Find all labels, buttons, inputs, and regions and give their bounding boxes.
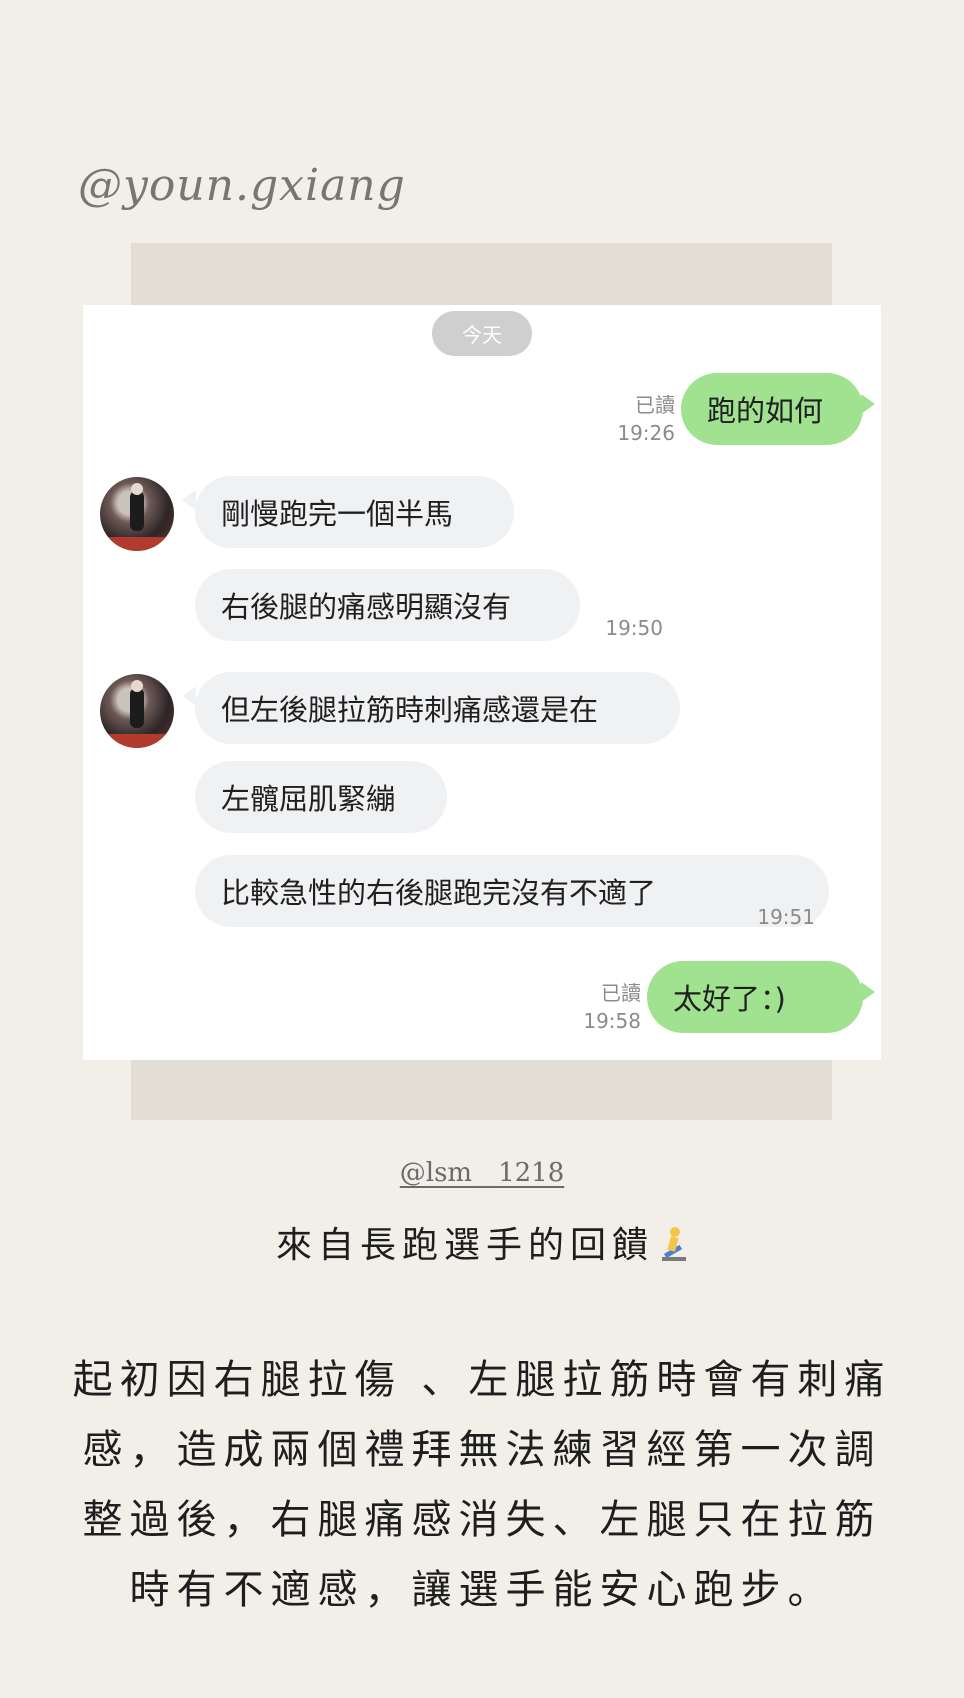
read-receipt: 已讀 <box>635 393 675 417</box>
bubble-tail <box>182 686 196 706</box>
chat-screenshot: 今天 已讀 19:26 跑的如何 剛慢跑完一個半馬 右後腿的痛感明顯沒有 19:… <box>83 305 881 1060</box>
bubble-tail <box>861 982 875 1002</box>
message-meta: 已讀 19:26 <box>573 391 675 447</box>
avatar-head <box>131 483 143 495</box>
read-receipt: 已讀 <box>601 981 641 1005</box>
message-meta: 已讀 19:58 <box>539 979 641 1035</box>
message-time: 19:58 <box>583 1009 641 1033</box>
headline: 來自長跑選手的回饋 <box>0 1216 964 1268</box>
avatar-figure <box>130 688 144 728</box>
credit-mention-text[interactable]: @lsm__1218 <box>400 1158 564 1188</box>
outgoing-message-bubble[interactable]: 太好了：) <box>647 961 863 1033</box>
incoming-message-bubble[interactable]: 右後腿的痛感明顯沒有 <box>195 569 580 641</box>
runner-icon <box>658 1225 688 1263</box>
avatar-track <box>100 537 174 551</box>
body-line: 起初因右腿拉傷 、左腿拉筋時會有刺痛 <box>72 1357 892 1403</box>
message-time: 19:50 <box>605 616 663 640</box>
headline-text: 來自長跑選手的回饋 <box>275 1225 654 1266</box>
bubble-tail <box>182 490 196 510</box>
avatar-head <box>131 680 143 692</box>
credit-mention[interactable]: @lsm__1218 <box>0 1158 964 1188</box>
body-line: 時有不適感，讓選手能安心跑步。 <box>129 1567 835 1613</box>
bubble-tail <box>861 394 875 414</box>
avatar-figure <box>130 491 144 531</box>
avatar-track <box>100 734 174 748</box>
incoming-message-bubble[interactable]: 比較急性的右後腿跑完沒有不適了 <box>195 855 829 927</box>
body-line: 感，造成兩個禮拜無法練習經第一次調 <box>82 1427 882 1473</box>
incoming-message-bubble[interactable]: 剛慢跑完一個半馬 <box>195 476 514 548</box>
contact-avatar[interactable] <box>100 477 174 551</box>
message-time: 19:26 <box>617 421 675 445</box>
contact-avatar[interactable] <box>100 674 174 748</box>
incoming-message-bubble[interactable]: 左髖屈肌緊繃 <box>195 761 447 833</box>
incoming-message-bubble[interactable]: 但左後腿拉筋時刺痛感還是在 <box>195 672 680 744</box>
body-text: 起初因右腿拉傷 、左腿拉筋時會有刺痛 感，造成兩個禮拜無法練習經第一次調 整過後… <box>58 1345 906 1625</box>
story-handle[interactable]: @youn.gxiang <box>78 160 406 211</box>
body-line: 整過後，右腿痛感消失、左腿只在拉筋 <box>82 1497 882 1543</box>
message-time: 19:51 <box>757 905 815 929</box>
date-separator: 今天 <box>432 311 532 356</box>
outgoing-message-bubble[interactable]: 跑的如何 <box>681 373 863 445</box>
